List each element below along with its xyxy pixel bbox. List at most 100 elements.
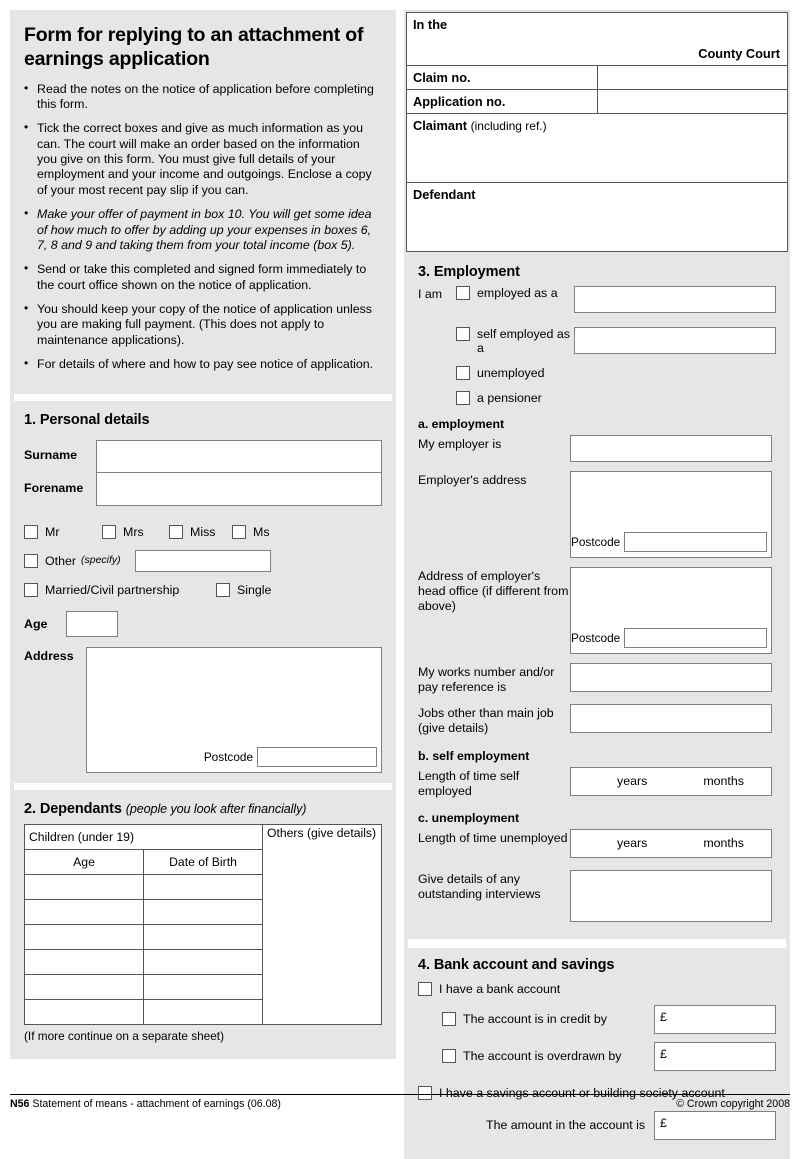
cell-dob[interactable] (143, 973, 263, 1000)
checkbox-icon[interactable] (102, 524, 116, 539)
interviews-input[interactable] (570, 869, 772, 922)
self-employment-length-row: Length of time self employed years month… (418, 766, 776, 799)
postcode-line: Postcode (571, 628, 767, 648)
self-employed-as-input[interactable] (574, 327, 776, 354)
account-overdrawn-input[interactable]: £ (654, 1041, 776, 1071)
panel-divider (408, 938, 786, 948)
forename-input[interactable] (96, 472, 382, 506)
cell-age[interactable] (24, 948, 144, 975)
address-label: Address (24, 648, 74, 663)
has-bank-account-row[interactable]: I have a bank account (418, 981, 776, 996)
cell-dob[interactable] (143, 873, 263, 900)
marital-label: Married/Civil partnership (45, 582, 180, 597)
self-employed-label: self employed as a (477, 327, 570, 355)
children-header: Children (under 19) (24, 823, 263, 850)
head-office-postcode-input[interactable] (624, 628, 767, 648)
self-employed-length-input[interactable]: years months (570, 766, 772, 796)
title-checkbox-row: Mr Mrs Miss Ms (24, 524, 382, 539)
intro-bullet: You should keep your copy of the notice … (24, 301, 382, 348)
section1-heading: 1. Personal details (24, 411, 150, 428)
cell-dob[interactable] (143, 998, 263, 1025)
intro-bullet: Make your offer of payment in box 10. Yo… (24, 206, 382, 253)
checkbox-icon[interactable] (442, 1049, 456, 1064)
claim-no-input[interactable] (596, 65, 788, 90)
cell-age[interactable] (24, 898, 144, 925)
surname-input[interactable] (96, 439, 382, 473)
checkbox-icon[interactable] (232, 524, 246, 539)
marital-option-single[interactable]: Single (216, 582, 272, 597)
defendant-cell[interactable]: Defendant (406, 182, 788, 252)
title-option-mr[interactable]: Mr (24, 524, 102, 539)
defendant-label: Defendant (413, 187, 476, 202)
interviews-row: Give details of any outstanding intervie… (418, 869, 776, 930)
title-other-row: Other (specify) (24, 549, 382, 572)
cell-dob[interactable] (143, 948, 263, 975)
checkbox-icon[interactable] (456, 391, 470, 405)
unemployed-label: unemployed (477, 366, 545, 380)
checkbox-icon[interactable] (24, 553, 38, 568)
application-no-input[interactable] (596, 89, 788, 114)
account-overdrawn-label: The account is overdrawn by (463, 1049, 622, 1064)
postcode-input[interactable] (257, 746, 377, 767)
employer-postcode-input[interactable] (624, 532, 767, 552)
months-label: months (703, 836, 744, 851)
checkbox-icon[interactable] (24, 582, 38, 597)
title-option-ms[interactable]: Ms (232, 524, 270, 539)
checkbox-icon[interactable] (442, 1012, 456, 1027)
cell-age[interactable] (24, 998, 144, 1025)
address-input[interactable]: Postcode (86, 646, 382, 773)
pensioner-label: a pensioner (477, 391, 542, 405)
cell-dob[interactable] (143, 898, 263, 925)
title-label: Miss (190, 524, 216, 539)
checkbox-icon[interactable] (24, 524, 38, 539)
years-label: years (617, 774, 648, 788)
claimant-cell[interactable]: Claimant (including ref.) (406, 113, 788, 183)
checkbox-icon[interactable] (216, 582, 230, 597)
cell-age[interactable] (24, 973, 144, 1000)
checkbox-icon[interactable] (456, 366, 470, 380)
savings-amount-input[interactable]: £ (654, 1110, 776, 1140)
marital-option-married[interactable]: Married/Civil partnership (24, 582, 216, 597)
checkbox-icon[interactable] (456, 286, 470, 300)
unemployed-length-input[interactable]: years months (570, 828, 772, 858)
age-input[interactable] (66, 610, 118, 637)
other-jobs-input[interactable] (570, 704, 772, 734)
postcode-label: Postcode (203, 749, 253, 764)
cell-dob[interactable] (143, 923, 263, 950)
other-label: Other (45, 553, 76, 568)
claimant-label-suffix: (including ref.) (470, 119, 547, 133)
account-credit-row: The account is in credit by £ (442, 1004, 776, 1034)
checkbox-icon[interactable] (418, 981, 432, 996)
cell-age[interactable] (24, 923, 144, 950)
title-option-mrs[interactable]: Mrs (102, 524, 169, 539)
subsection-b-heading: b. self employment (418, 748, 530, 763)
title-option-miss[interactable]: Miss (169, 524, 232, 539)
left-column: Form for replying to an attachment of ea… (10, 10, 396, 1059)
section2-heading: 2. Dependants (people you look after fin… (24, 801, 382, 817)
section3-heading: 3. Employment (418, 264, 520, 280)
footer-left: N56 Statement of means - attachment of e… (10, 1098, 281, 1110)
other-hint: (specify) (81, 554, 121, 567)
checkbox-icon[interactable] (169, 524, 183, 539)
others-header-cell[interactable]: Others (give details) (262, 823, 382, 1025)
pensioner-row[interactable]: a pensioner (418, 391, 776, 405)
court-row-application-no: Application no. (406, 89, 788, 114)
postcode-label: Postcode (571, 535, 621, 549)
savings-amount-row: The amount in the account is £ (418, 1110, 776, 1140)
checkbox-icon[interactable] (456, 327, 470, 341)
account-credit-input[interactable]: £ (654, 1004, 776, 1034)
employer-input[interactable] (570, 435, 772, 462)
copyright-notice: © Crown copyright 2008 (676, 1098, 790, 1110)
marital-label: Single (237, 582, 272, 597)
employed-as-input[interactable] (574, 286, 776, 313)
head-office-input[interactable]: Postcode (570, 567, 772, 654)
form-code: N56 (10, 1098, 30, 1110)
works-number-input[interactable] (570, 663, 772, 692)
cell-age[interactable] (24, 873, 144, 900)
other-title-input[interactable] (134, 549, 271, 572)
employer-address-input[interactable]: Postcode (570, 471, 772, 558)
employer-address-row: Employer's address Postcode (418, 471, 776, 558)
court-name-cell[interactable]: In the County Court (406, 12, 788, 66)
unemployed-row[interactable]: unemployed (418, 366, 776, 380)
title-option-other[interactable]: Other (specify) (24, 553, 121, 568)
